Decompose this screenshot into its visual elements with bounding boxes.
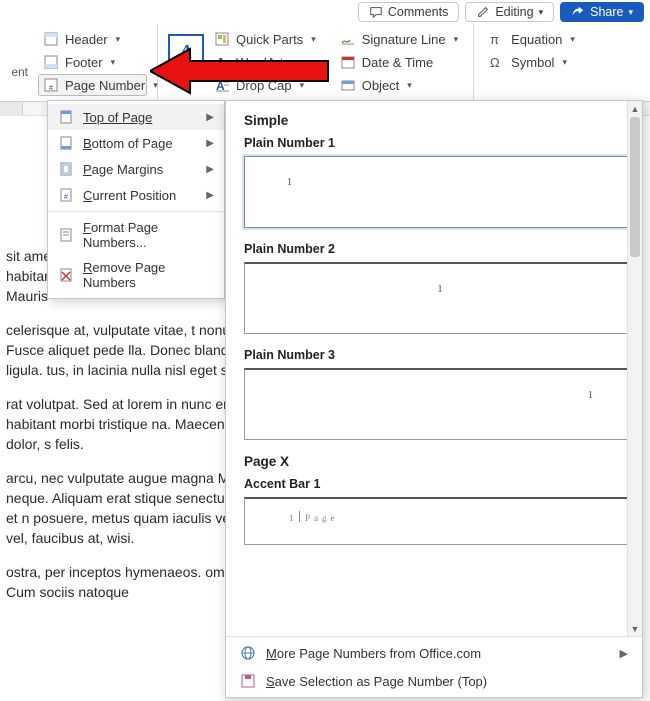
gallery-scrollbar[interactable]: ▲ ▼ <box>627 101 642 636</box>
object-button[interactable]: Object▾ <box>335 74 463 96</box>
preview-accent-bar-1[interactable]: 1Page <box>244 497 636 545</box>
scroll-down-icon[interactable]: ▼ <box>628 621 642 636</box>
gallery-heading-pagex: Page X <box>244 454 636 469</box>
gallery-sub-plain1: Plain Number 1 <box>244 136 636 150</box>
menu-current-position[interactable]: #Current Position▶ <box>48 182 224 208</box>
preview-plain-number-3[interactable]: 1 <box>244 368 636 440</box>
gallery-sub-plain2: Plain Number 2 <box>244 242 636 256</box>
share-icon <box>571 5 585 19</box>
chevron-down-icon: ▾ <box>116 34 121 45</box>
chevron-down-icon: ▾ <box>539 7 544 18</box>
share-label: Share <box>590 5 623 19</box>
signature-icon <box>340 31 356 47</box>
editing-label: Editing <box>495 5 533 19</box>
symbol-icon: Ω <box>489 54 505 70</box>
globe-icon <box>240 645 256 661</box>
share-button[interactable]: Share ▾ <box>560 2 644 22</box>
ribbon-group-text: A Quick Parts▾ Signature Line▾ AWordArt … <box>158 24 474 101</box>
svg-text:π: π <box>490 32 499 47</box>
chevron-right-icon: ▶ <box>206 164 214 175</box>
drop-cap-button[interactable]: ADrop Cap▾ <box>209 74 321 96</box>
wordart-button[interactable]: AWordArt <box>209 51 321 73</box>
chevron-right-icon: ▶ <box>206 112 214 123</box>
equation-icon: π <box>489 31 505 47</box>
chevron-down-icon: ▾ <box>111 57 116 68</box>
drop-cap-icon: A <box>214 77 230 93</box>
comments-button[interactable]: Comments <box>358 2 459 22</box>
page-number-gallery: Simple Plain Number 1 1 Plain Number 2 1… <box>225 100 643 698</box>
symbol-button[interactable]: ΩSymbol▾ <box>484 51 580 73</box>
date-time-button[interactable]: Date & Time <box>335 51 463 73</box>
titlebar: Comments Editing ▾ Share ▾ <box>358 0 644 24</box>
save-selection[interactable]: Save Selection as Page Number (Top) <box>226 667 642 695</box>
quick-parts-icon <box>214 31 230 47</box>
chevron-right-icon: ▶ <box>620 647 628 660</box>
remove-icon <box>58 267 74 283</box>
wordart-icon: A <box>214 54 230 70</box>
gallery-body: Simple Plain Number 1 1 Plain Number 2 1… <box>226 101 642 636</box>
doc-fragment: rttitor <box>2 120 44 250</box>
quick-parts-button[interactable]: Quick Parts▾ <box>209 28 321 50</box>
svg-text:Ω: Ω <box>490 55 500 70</box>
equation-button[interactable]: πEquation▾ <box>484 28 580 50</box>
gallery-sub-plain3: Plain Number 3 <box>244 348 636 362</box>
gallery-footer: More Page Numbers from Office.com▶ Save … <box>226 636 642 697</box>
more-page-numbers[interactable]: More Page Numbers from Office.com▶ <box>226 639 642 667</box>
svg-text:A: A <box>216 55 226 70</box>
chevron-down-icon: ▾ <box>562 57 567 68</box>
page-bottom-icon <box>58 135 74 151</box>
chevron-down-icon: ▾ <box>311 34 316 45</box>
header-icon <box>43 31 59 47</box>
gallery-sub-accent1: Accent Bar 1 <box>244 477 636 491</box>
chevron-down-icon: ▾ <box>628 7 633 18</box>
ribbon-group-symbols: πEquation▾ ΩSymbol▾ <box>474 24 590 101</box>
menu-format-page-numbers[interactable]: Format Page Numbers... <box>48 215 224 255</box>
textbox-big-icon[interactable]: A <box>168 34 204 70</box>
chevron-down-icon: ▾ <box>570 34 575 45</box>
chevron-down-icon: ▾ <box>454 34 459 45</box>
page-top-icon <box>58 109 74 125</box>
menu-page-margins[interactable]: Page Margins▶ <box>48 156 224 182</box>
scroll-thumb[interactable] <box>630 117 640 257</box>
svg-text:#: # <box>49 85 53 92</box>
header-button[interactable]: Header▾ <box>38 28 147 50</box>
signature-line-button[interactable]: Signature Line▾ <box>335 28 463 50</box>
editing-button[interactable]: Editing ▾ <box>465 2 554 22</box>
chevron-right-icon: ▶ <box>206 190 214 201</box>
pencil-icon <box>476 5 490 19</box>
preview-plain-number-1[interactable]: 1 <box>244 156 636 228</box>
page-margins-icon <box>58 161 74 177</box>
menu-bottom-of-page[interactable]: Bottom of Page▶ <box>48 130 224 156</box>
ribbon-clip-left: ent <box>0 24 28 101</box>
chevron-down-icon: ▾ <box>300 80 305 91</box>
ribbon: ent Header▾ Footer▾ #Page Number▾ A Quic… <box>0 24 650 102</box>
footer-button[interactable]: Footer▾ <box>38 51 147 73</box>
page-number-button[interactable]: #Page Number▾ <box>38 74 147 96</box>
footer-icon <box>43 54 59 70</box>
chevron-down-icon: ▾ <box>407 80 412 91</box>
save-icon <box>240 673 256 689</box>
comment-icon <box>369 5 383 19</box>
chevron-right-icon: ▶ <box>206 138 214 149</box>
gallery-heading-simple: Simple <box>244 113 636 128</box>
scroll-up-icon[interactable]: ▲ <box>628 101 642 116</box>
object-icon <box>340 77 356 93</box>
menu-remove-page-numbers[interactable]: Remove Page Numbers <box>48 255 224 295</box>
format-icon <box>58 227 74 243</box>
datetime-icon <box>340 54 356 70</box>
preview-plain-number-2[interactable]: 1 <box>244 262 636 334</box>
page-number-menu: Top of Page▶ Bottom of Page▶ Page Margin… <box>47 100 225 299</box>
svg-text:#: # <box>64 194 68 201</box>
comments-label: Comments <box>388 5 448 19</box>
page-number-icon: # <box>43 77 59 93</box>
ribbon-group-header-footer: Header▾ Footer▾ #Page Number▾ <box>28 24 158 101</box>
menu-separator <box>48 211 224 212</box>
menu-top-of-page[interactable]: Top of Page▶ <box>48 104 224 130</box>
current-pos-icon: # <box>58 187 74 203</box>
